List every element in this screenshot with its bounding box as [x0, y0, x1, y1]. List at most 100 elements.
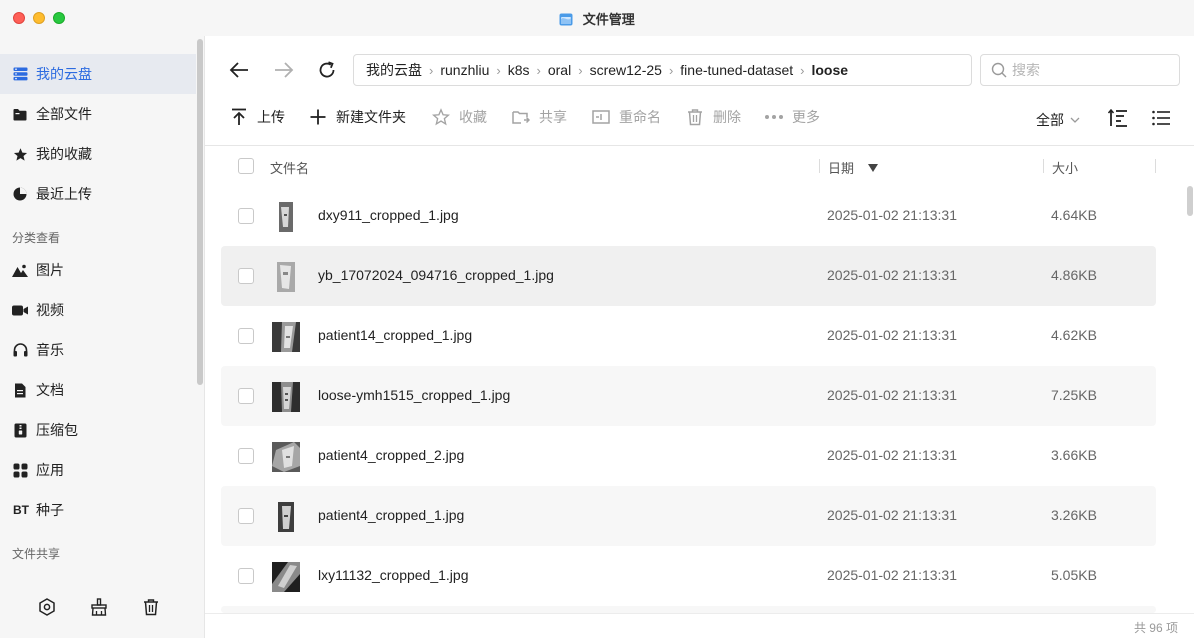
- table-row[interactable]: patient14_cropped_1.jpg 2025-01-02 21:13…: [221, 306, 1156, 366]
- filter-dropdown[interactable]: 全部: [1036, 110, 1080, 130]
- toolbar: 上传 新建文件夹 收藏 共享 重命名 删除 更多 全部: [205, 102, 1194, 132]
- new-folder-label: 新建文件夹: [336, 109, 406, 125]
- sidebar-item-music[interactable]: 音乐: [0, 330, 196, 370]
- row-checkbox[interactable]: [238, 388, 254, 404]
- delete-label: 删除: [713, 109, 741, 125]
- sidebar-item-label: 应用: [36, 462, 64, 478]
- sidebar-item-label: 视频: [36, 302, 64, 318]
- breadcrumb-item[interactable]: screw12-25: [590, 62, 662, 78]
- breadcrumb-item[interactable]: runzhliu: [440, 62, 489, 78]
- row-checkbox[interactable]: [238, 508, 254, 524]
- search-input[interactable]: [1012, 62, 1162, 78]
- row-checkbox[interactable]: [238, 448, 254, 464]
- sidebar-item-label: 文档: [36, 382, 64, 398]
- row-checkbox[interactable]: [238, 268, 254, 284]
- share-section-title: 文件共享: [12, 547, 61, 561]
- table-row[interactable]: dxy911_cropped_1.jpg 2025-01-02 21:13:31…: [221, 186, 1156, 246]
- archive-icon: [12, 422, 28, 438]
- file-date: 2025-01-02 21:13:31: [827, 267, 957, 283]
- row-checkbox[interactable]: [238, 568, 254, 584]
- share-folder-icon: [511, 107, 531, 127]
- settings-icon[interactable]: [36, 596, 58, 618]
- new-folder-button[interactable]: 新建文件夹: [308, 102, 406, 132]
- select-all-checkbox[interactable]: [238, 158, 254, 174]
- table-row[interactable]: patient4_cropped_2.jpg 2025-01-02 21:13:…: [221, 426, 1156, 486]
- rename-button[interactable]: 重命名: [591, 102, 661, 132]
- search-box[interactable]: [980, 54, 1180, 86]
- folder-icon: [12, 106, 28, 122]
- upload-icon: [229, 107, 249, 127]
- file-name: patient4_cropped_1.jpg: [318, 507, 465, 523]
- chevron-right-icon: ›: [578, 62, 583, 78]
- table-header: 文件名 日期 大小: [221, 146, 1156, 186]
- back-button[interactable]: [227, 58, 251, 82]
- clock-icon: [12, 186, 28, 202]
- table-row[interactable]: loose-ymh1515_cropped_1.jpg 2025-01-02 2…: [221, 366, 1156, 426]
- file-date: 2025-01-02 21:13:31: [827, 387, 957, 403]
- file-size: 7.25KB: [1051, 387, 1097, 403]
- breadcrumb-item[interactable]: k8s: [508, 62, 530, 78]
- sidebar-item-apps[interactable]: 应用: [0, 450, 196, 490]
- table-row[interactable]: yb_17072024_094716_cropped_1.jpg 2025-01…: [221, 246, 1156, 306]
- share-button[interactable]: 共享: [511, 102, 567, 132]
- rename-icon: [591, 107, 611, 127]
- row-checkbox[interactable]: [238, 208, 254, 224]
- file-size: 4.64KB: [1051, 207, 1097, 223]
- forward-button[interactable]: [272, 58, 296, 82]
- table-row[interactable]: [221, 606, 1156, 613]
- upload-label: 上传: [257, 109, 285, 125]
- favorite-button[interactable]: 收藏: [431, 102, 487, 132]
- column-separator[interactable]: [819, 159, 820, 173]
- cleanup-icon[interactable]: [88, 596, 110, 618]
- sidebar-item-all-files[interactable]: 全部文件: [0, 94, 196, 134]
- table-row[interactable]: lxy11132_cropped_1.jpg 2025-01-02 21:13:…: [221, 546, 1156, 606]
- upload-button[interactable]: 上传: [229, 102, 285, 132]
- main-scrollbar[interactable]: [1187, 186, 1193, 216]
- sidebar-item-my-cloud[interactable]: 我的云盘: [0, 54, 196, 94]
- trash-icon[interactable]: [140, 596, 162, 618]
- sidebar-item-recent-uploads[interactable]: 最近上传: [0, 174, 196, 214]
- breadcrumb-item[interactable]: fine-tuned-dataset: [680, 62, 793, 78]
- breadcrumb-item[interactable]: oral: [548, 62, 571, 78]
- row-checkbox[interactable]: [238, 328, 254, 344]
- more-button[interactable]: 更多: [764, 102, 820, 132]
- sidebar-item-documents[interactable]: 文档: [0, 370, 196, 410]
- rename-label: 重命名: [619, 109, 661, 125]
- sidebar-item-favorites[interactable]: 我的收藏: [0, 134, 196, 174]
- sidebar-item-images[interactable]: 图片: [0, 250, 196, 290]
- refresh-button[interactable]: [315, 58, 339, 82]
- table-row[interactable]: patient4_cropped_1.jpg 2025-01-02 21:13:…: [221, 486, 1156, 546]
- column-header-name[interactable]: 文件名: [270, 158, 309, 177]
- chevron-right-icon: ›: [536, 62, 541, 78]
- delete-button[interactable]: 删除: [685, 102, 741, 132]
- column-separator[interactable]: [1043, 159, 1044, 173]
- sidebar-item-label: 最近上传: [36, 186, 92, 202]
- sidebar-item-label: 压缩包: [36, 422, 78, 438]
- breadcrumb-current[interactable]: loose: [811, 62, 848, 78]
- file-name: loose-ymh1515_cropped_1.jpg: [318, 387, 511, 403]
- sidebar-item-archives[interactable]: 压缩包: [0, 410, 196, 450]
- file-size: 3.66KB: [1051, 447, 1097, 463]
- file-name: lxy11132_cropped_1.jpg: [318, 567, 469, 583]
- file-date: 2025-01-02 21:13:31: [827, 567, 957, 583]
- column-header-size[interactable]: 大小: [1052, 158, 1078, 177]
- sidebar-item-videos[interactable]: 视频: [0, 290, 196, 330]
- chevron-down-icon: [1070, 117, 1080, 123]
- sidebar-item-torrents[interactable]: BT 种子: [0, 490, 196, 530]
- title-bar: 文件管理: [0, 0, 1194, 36]
- cloud-drive-icon: [12, 66, 28, 82]
- headphones-icon: [12, 342, 28, 358]
- column-header-date[interactable]: 日期: [828, 158, 879, 177]
- document-icon: [12, 382, 28, 398]
- file-thumbnail: [272, 442, 300, 472]
- sort-order-button[interactable]: [1108, 108, 1128, 128]
- file-date: 2025-01-02 21:13:31: [827, 207, 957, 223]
- column-separator[interactable]: [1155, 159, 1156, 173]
- file-size: 5.05KB: [1051, 567, 1097, 583]
- sidebar-scrollbar[interactable]: [197, 39, 203, 385]
- more-label: 更多: [792, 109, 820, 125]
- list-view-button[interactable]: [1151, 108, 1171, 128]
- window-title: 文件管理: [582, 12, 635, 27]
- breadcrumb-item[interactable]: 我的云盘: [366, 60, 422, 80]
- window-title-group: 文件管理: [0, 9, 1194, 28]
